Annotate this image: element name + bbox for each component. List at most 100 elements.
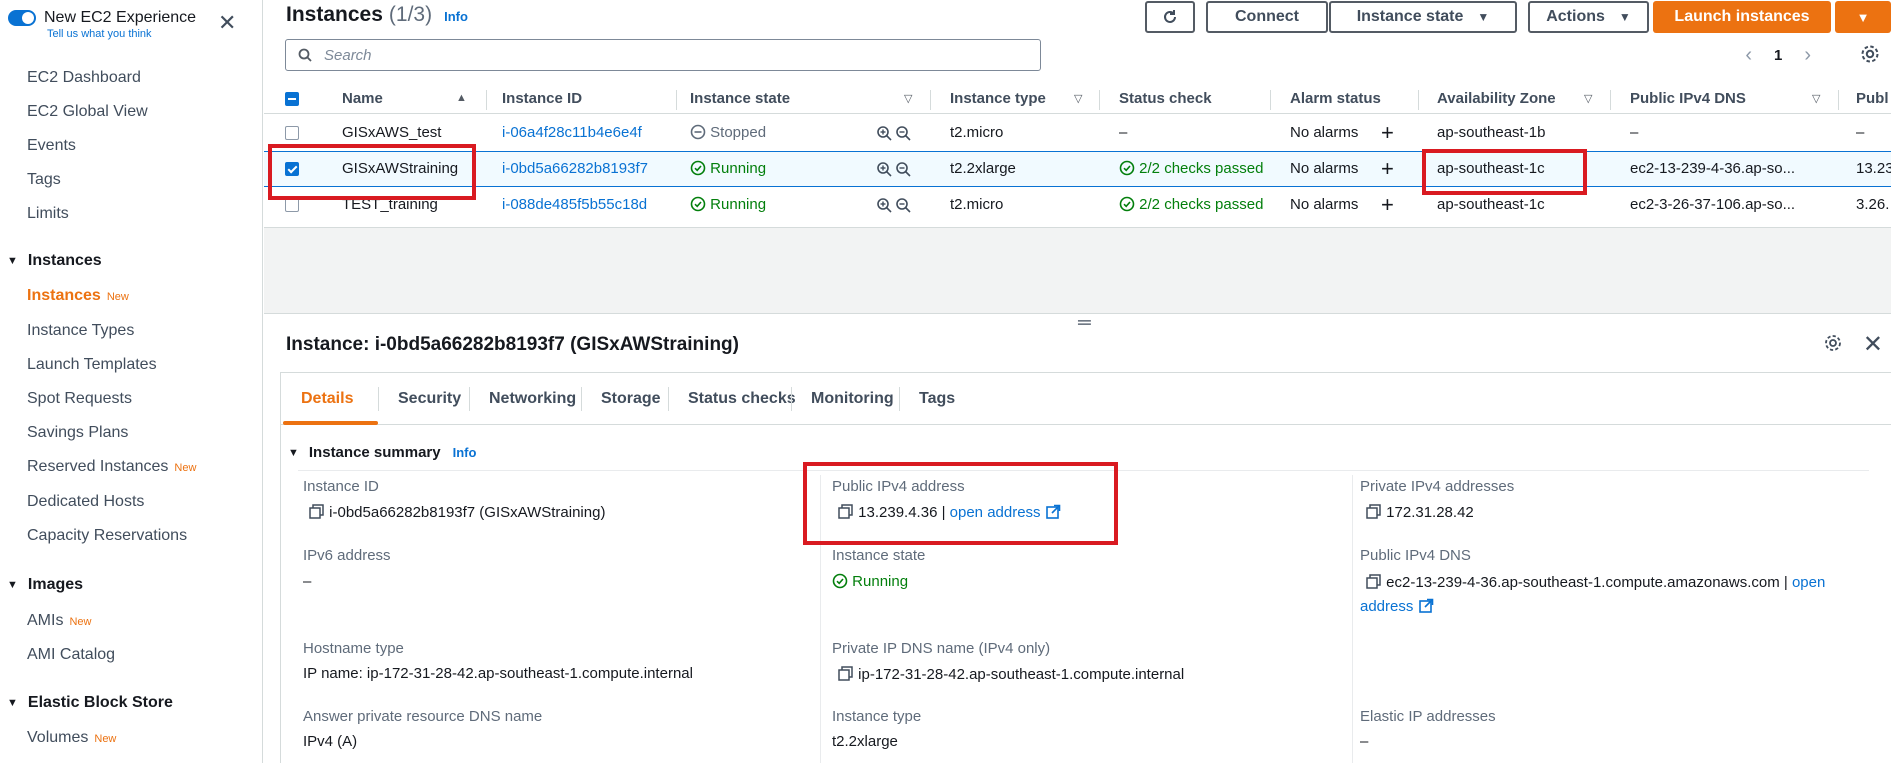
copy-icon[interactable] (837, 503, 854, 520)
tab-networking[interactable]: Networking (489, 390, 576, 408)
table-row[interactable]: GISxAWStraining i-0bd5a66282b8193f7 Runn… (264, 151, 1891, 187)
connect-button[interactable]: Connect (1206, 1, 1328, 33)
column-header-instance-state[interactable]: Instance state (690, 90, 790, 107)
filter-icon[interactable]: ▽ (1812, 92, 1820, 105)
tab-storage[interactable]: Storage (601, 390, 661, 408)
sidebar-section-instances[interactable]: ▼ Instances (7, 252, 102, 270)
sidebar-item-ec2-global-view[interactable]: EC2 Global View (27, 103, 148, 121)
close-icon[interactable]: ✕ (1863, 330, 1883, 359)
add-alarm-icon[interactable]: + (1381, 192, 1394, 218)
chevron-left-icon[interactable]: ‹ (1745, 44, 1752, 67)
column-header-instance-id[interactable]: Instance ID (502, 90, 582, 107)
zoom-out-icon[interactable] (895, 197, 912, 214)
page-number[interactable]: 1 (1774, 47, 1782, 64)
filter-icon[interactable]: ▽ (904, 92, 912, 105)
new-badge: New (94, 733, 117, 745)
instance-summary-header[interactable]: ▼ Instance summary Info (288, 444, 476, 461)
copy-icon[interactable] (1365, 503, 1382, 520)
column-header-public-ipv4-dns[interactable]: Public IPv4 DNS (1630, 90, 1746, 107)
sidebar-item-ec2-dashboard[interactable]: EC2 Dashboard (27, 69, 141, 87)
instance-state-button[interactable]: Instance state ▼ (1329, 1, 1517, 33)
zoom-out-icon[interactable] (895, 161, 912, 178)
column-header-alarm-status[interactable]: Alarm status (1290, 90, 1381, 107)
tab-details[interactable]: Details (301, 390, 353, 408)
sidebar-section-images[interactable]: ▼ Images (7, 576, 83, 594)
instance-state-label: Instance state (832, 547, 926, 564)
sidebar-item-limits[interactable]: Limits (27, 205, 69, 223)
sidebar-item-capacity-reservations[interactable]: Capacity Reservations (27, 527, 187, 545)
table-row[interactable]: GISxAWS_test i-06a4f28c11b4e6e4f Stopped… (264, 115, 1891, 151)
sidebar-item-dedicated-hosts[interactable]: Dedicated Hosts (27, 493, 144, 511)
zoom-out-icon[interactable] (895, 125, 912, 142)
sidebar-item-instances[interactable]: Instances New (27, 287, 129, 305)
row-checkbox[interactable] (285, 126, 299, 140)
instance-id-label: Instance ID (303, 478, 379, 495)
zoom-in-icon[interactable] (876, 197, 893, 214)
chevron-right-icon[interactable]: › (1804, 44, 1811, 67)
actions-button[interactable]: Actions ▼ (1528, 1, 1649, 33)
new-experience-toggle[interactable] (8, 10, 36, 26)
tab-status-checks[interactable]: Status checks (688, 390, 796, 408)
zoom-in-icon[interactable] (876, 125, 893, 142)
filter-icon[interactable]: ▽ (1584, 92, 1592, 105)
info-link[interactable]: Info (444, 9, 468, 24)
column-header-availability-zone[interactable]: Availability Zone (1437, 90, 1556, 107)
instance-id-link[interactable]: i-0bd5a66282b8193f7 (502, 160, 648, 177)
resize-handle-icon[interactable]: ═ (1078, 313, 1091, 331)
gear-icon[interactable] (1859, 43, 1881, 65)
external-link-icon[interactable] (1045, 504, 1061, 520)
sidebar-item-tags[interactable]: Tags (27, 171, 61, 189)
close-icon[interactable]: ✕ (218, 12, 236, 34)
tab-monitoring[interactable]: Monitoring (811, 390, 894, 408)
sidebar-item-savings-plans[interactable]: Savings Plans (27, 424, 128, 442)
add-alarm-icon[interactable]: + (1381, 156, 1394, 182)
column-header-public-ipv4[interactable]: Publ (1856, 90, 1889, 107)
sidebar-item-ami-catalog[interactable]: AMI Catalog (27, 646, 115, 664)
launch-instances-button[interactable]: Launch instances (1653, 1, 1831, 33)
cell-type: t2.micro (950, 196, 1004, 213)
sidebar-section-elastic-block-store[interactable]: ▼ Elastic Block Store (7, 694, 173, 712)
table-row[interactable]: TEST_training i-088de485f5b55c18d Runnin… (264, 187, 1891, 223)
sidebar-item-instance-types[interactable]: Instance Types (27, 322, 134, 340)
selection-count: (1/3) (388, 3, 433, 26)
answer-dns-value: IPv4 (A) (303, 733, 358, 750)
search-input[interactable]: Search (285, 39, 1041, 71)
column-header-status-check[interactable]: Status check (1119, 90, 1212, 107)
sidebar-item-amis[interactable]: AMIs New (27, 612, 91, 630)
row-checkbox[interactable] (285, 198, 299, 212)
feedback-link[interactable]: Tell us what you think (47, 27, 196, 41)
info-link[interactable]: Info (453, 445, 477, 460)
refresh-button[interactable] (1145, 1, 1195, 33)
open-address-link[interactable]: open (1792, 574, 1825, 591)
sidebar-item-volumes[interactable]: Volumes New (27, 729, 116, 747)
open-address-link[interactable]: open address (950, 504, 1041, 521)
search-placeholder: Search (324, 46, 372, 64)
column-header-name[interactable]: Name (342, 90, 383, 107)
copy-icon[interactable] (308, 503, 325, 520)
external-link-icon[interactable] (1418, 598, 1434, 614)
cell-type: t2.micro (950, 124, 1004, 141)
tab-bar: Details Security Networking Storage Stat… (281, 373, 1891, 425)
zoom-in-icon[interactable] (876, 161, 893, 178)
instance-id-link[interactable]: i-06a4f28c11b4e6e4f (502, 124, 642, 141)
launch-dropdown-button[interactable]: ▼ (1835, 1, 1891, 33)
sidebar-item-events[interactable]: Events (27, 137, 76, 155)
copy-icon[interactable] (1365, 573, 1382, 590)
copy-icon[interactable] (837, 665, 854, 682)
column-header-instance-type[interactable]: Instance type (950, 90, 1046, 107)
cell-status: 2/2 checks passed (1119, 196, 1263, 213)
tab-security[interactable]: Security (398, 390, 461, 408)
tab-tags[interactable]: Tags (919, 390, 955, 408)
instance-id-value: i-0bd5a66282b8193f7 (GISxAWStraining) (308, 503, 605, 521)
filter-icon[interactable]: ▽ (1074, 92, 1082, 105)
instance-id-link[interactable]: i-088de485f5b55c18d (502, 196, 647, 213)
select-all-checkbox[interactable] (285, 92, 299, 106)
sort-ascending-icon[interactable]: ▲ (456, 92, 467, 104)
sidebar-item-launch-templates[interactable]: Launch Templates (27, 356, 157, 374)
gear-icon[interactable] (1823, 333, 1843, 353)
row-checkbox[interactable] (285, 162, 299, 176)
add-alarm-icon[interactable]: + (1381, 120, 1394, 146)
sidebar-item-reserved-instances[interactable]: Reserved Instances New (27, 458, 196, 476)
sidebar-item-spot-requests[interactable]: Spot Requests (27, 390, 132, 408)
open-address-link[interactable]: address (1360, 598, 1413, 615)
